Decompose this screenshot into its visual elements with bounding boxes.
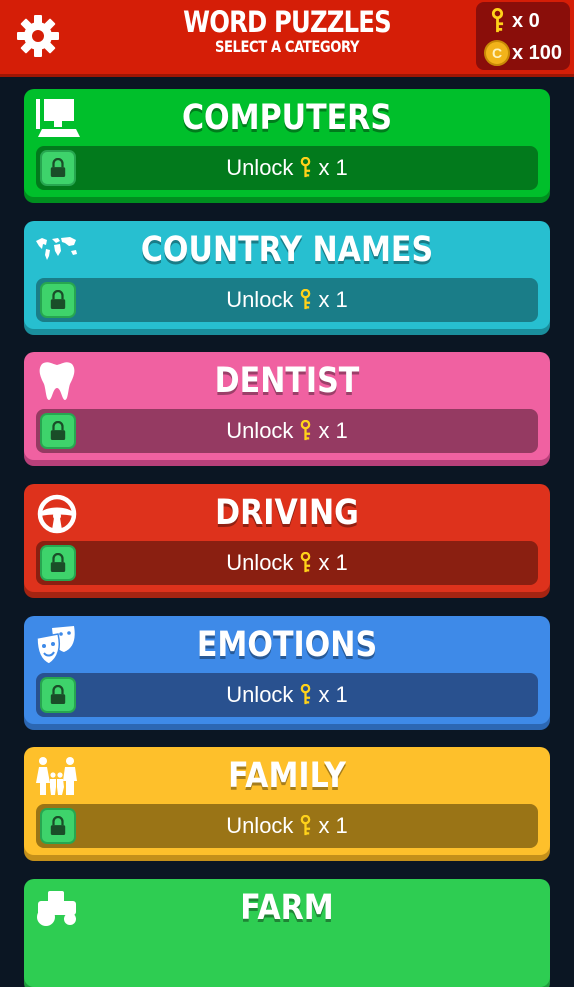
keys-counter: x 0	[482, 6, 540, 36]
unlock-cost: x 1	[318, 418, 348, 443]
key-icon	[299, 289, 312, 311]
category-title: DENTIST	[214, 361, 360, 401]
unlock-button[interactable]: Unlock x 1	[36, 541, 538, 585]
unlock-cost: x 1	[318, 155, 348, 180]
category-title: FAMILY	[228, 756, 346, 796]
unlock-cost: x 1	[318, 287, 348, 312]
category-card-country-names[interactable]: COUNTRY NAMES Unlock x 1	[24, 221, 550, 329]
app-title: WORD PUZZLES	[183, 5, 391, 39]
coins-count: x 100	[512, 41, 563, 64]
unlock-label: Unlock	[226, 418, 294, 443]
unlock-cost: x 1	[318, 813, 348, 838]
unlock-button[interactable]: Unlock x 1	[36, 278, 538, 322]
category-card-farm[interactable]: FARM	[24, 879, 550, 987]
coins-counter: C x 100	[482, 38, 562, 68]
category-title: EMOTIONS	[196, 625, 378, 665]
top-bar: WORD PUZZLES SELECT A CATEGORY x 0 C x 1…	[0, 0, 574, 74]
title-block: WORD PUZZLES SELECT A CATEGORY	[150, 6, 424, 56]
unlock-label: Unlock	[226, 813, 294, 838]
category-card-dentist[interactable]: DENTIST Unlock x 1	[24, 352, 550, 460]
key-icon	[299, 684, 312, 706]
unlock-label: Unlock	[226, 155, 294, 180]
category-card-family[interactable]: FAMILY Unlock x 1	[24, 747, 550, 855]
category-list: COMPUTERS Unlock x 1 COUNTRY NAMES Unloc…	[0, 0, 574, 987]
unlock-button[interactable]: Unlock x 1	[36, 409, 538, 453]
unlock-button[interactable]: Unlock x 1	[36, 146, 538, 190]
category-title: COMPUTERS	[181, 98, 393, 138]
category-card-computers[interactable]: COMPUTERS Unlock x 1	[24, 89, 550, 197]
unlock-button[interactable]: Unlock x 1	[36, 673, 538, 717]
unlock-label: Unlock	[226, 287, 294, 312]
category-card-driving[interactable]: DRIVING Unlock x 1	[24, 484, 550, 592]
coin-icon: C	[484, 40, 510, 66]
key-icon	[482, 6, 512, 36]
wallet-panel: x 0 C x 100	[476, 2, 570, 70]
gear-icon[interactable]	[16, 14, 60, 58]
unlock-label: Unlock	[226, 682, 294, 707]
keys-count: x 0	[512, 9, 540, 32]
category-title: DRIVING	[215, 493, 359, 533]
unlock-cost: x 1	[318, 682, 348, 707]
category-title: COUNTRY NAMES	[140, 230, 434, 270]
key-icon	[299, 420, 312, 442]
category-title: FARM	[240, 888, 334, 928]
page-subtitle: SELECT A CATEGORY	[214, 37, 360, 56]
key-icon	[299, 815, 312, 837]
unlock-button[interactable]: Unlock x 1	[36, 804, 538, 848]
unlock-label: Unlock	[226, 550, 294, 575]
unlock-cost: x 1	[318, 550, 348, 575]
key-icon	[299, 157, 312, 179]
key-icon	[299, 552, 312, 574]
category-card-emotions[interactable]: EMOTIONS Unlock x 1	[24, 616, 550, 724]
